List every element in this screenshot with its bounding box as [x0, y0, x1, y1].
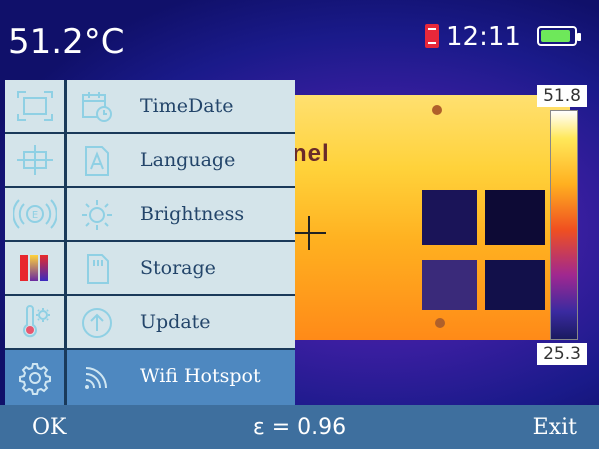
sd-card-icon [79, 252, 115, 286]
bottom-bar: OK ε = 0.96 Exit [0, 405, 599, 449]
scale-min-value: 25.3 [537, 343, 587, 365]
calendar-clock-icon [79, 90, 115, 124]
menu-item-update[interactable]: Update [5, 296, 295, 350]
clock: 12:11 [446, 22, 521, 52]
screw-dot [435, 318, 445, 328]
menu-item-label: Storage [140, 257, 216, 279]
wifi-icon [79, 360, 115, 394]
cold-region [422, 260, 477, 310]
crosshair-box-icon[interactable] [5, 134, 67, 186]
menu-item-brightness[interactable]: E Brightness [5, 188, 295, 242]
settings-menu: TimeDate Language E Brightness Storage U… [5, 80, 295, 405]
exit-button[interactable]: Exit [533, 415, 577, 440]
screw-dot [432, 105, 442, 115]
upload-arrow-icon [79, 306, 115, 340]
settings-gear-icon[interactable] [5, 350, 67, 405]
menu-item-label: Wifi Hotspot [140, 365, 261, 387]
menu-item-label: Language [140, 149, 236, 171]
cold-region [485, 190, 545, 245]
crosshair-icon [308, 216, 310, 250]
menu-item-wifi-hotspot[interactable]: Wifi Hotspot [5, 350, 295, 405]
battery-warning-icon [425, 24, 439, 48]
cold-region [422, 190, 477, 245]
battery-level [541, 30, 570, 42]
battery-icon [537, 26, 581, 46]
menu-item-timedate[interactable]: TimeDate [5, 80, 295, 134]
device-logo-text: nel [292, 140, 330, 167]
cold-region [485, 260, 545, 310]
menu-item-label: TimeDate [140, 95, 234, 117]
sun-icon [79, 198, 115, 232]
menu-item-language[interactable]: Language [5, 134, 295, 188]
thermal-camera-screen: nel 51.2°C 12:11 51.8 25.3 TimeDate Lang… [0, 0, 599, 449]
color-scale-bar [550, 110, 578, 340]
thermometer-gear-icon[interactable] [5, 296, 67, 348]
menu-item-storage[interactable]: Storage [5, 242, 295, 296]
svg-text:E: E [31, 210, 37, 221]
menu-item-label: Brightness [140, 203, 245, 225]
menu-item-label: Update [140, 311, 211, 333]
center-temperature: 51.2°C [8, 22, 125, 62]
language-a-icon [79, 144, 115, 178]
frame-icon[interactable] [5, 80, 67, 132]
emissivity-value: ε = 0.96 [252, 415, 347, 440]
palette-icon[interactable] [5, 242, 67, 294]
scale-max-value: 51.8 [537, 85, 587, 107]
emissivity-icon[interactable]: E [5, 188, 67, 240]
